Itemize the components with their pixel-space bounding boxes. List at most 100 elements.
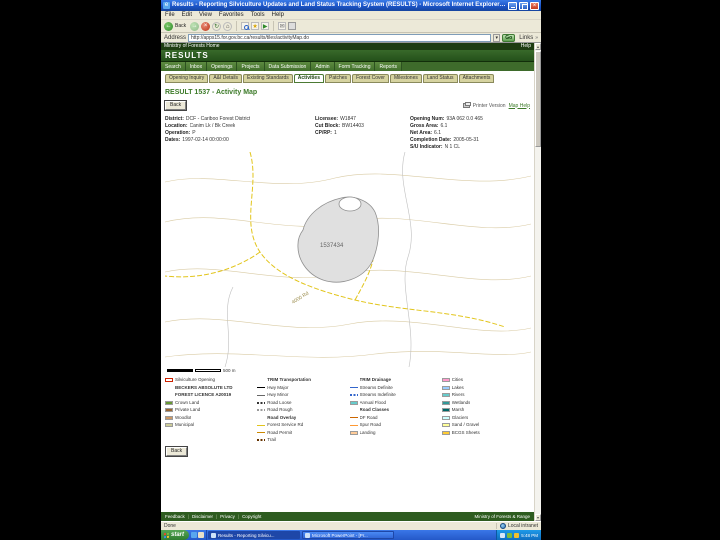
task-button[interactable]: Microsoft PowerPoint - [Pr... xyxy=(302,531,395,539)
nav-tab[interactable]: Search xyxy=(161,62,186,71)
legend-label: Hwy Major xyxy=(267,384,289,390)
menu-item[interactable]: Help xyxy=(272,11,284,20)
address-dropdown-icon[interactable] xyxy=(493,33,501,42)
map-help-link[interactable]: Map Help xyxy=(509,103,530,109)
globe-icon xyxy=(499,523,506,529)
footer-link[interactable]: Copyright xyxy=(235,512,261,521)
minimize-button[interactable] xyxy=(508,1,517,10)
detail-row: Completion Date: 2005-05-31 xyxy=(410,137,530,143)
footer-links: FeedbackDisclaimerPrivacyCopyright xyxy=(165,512,261,521)
menu-item[interactable]: View xyxy=(199,11,212,20)
detail-row: Cut Block: BW14403 xyxy=(315,123,400,129)
address-input[interactable]: http://apps15.for.gov.bc.ca/results/tile… xyxy=(188,33,492,42)
printer-version-link[interactable]: Printer Version xyxy=(473,103,506,109)
legend-label: Private Land xyxy=(175,407,201,412)
gov-home-link[interactable]: Ministry of Forests Home xyxy=(164,43,220,50)
print-icon[interactable] xyxy=(288,22,297,30)
nav-tab[interactable]: Admin xyxy=(311,62,335,71)
legend-label: Glaciers xyxy=(451,414,469,420)
maximize-button[interactable] xyxy=(519,1,528,10)
gov-help-link[interactable]: Help xyxy=(521,43,531,50)
menu-item[interactable]: Favorites xyxy=(219,11,244,20)
back-button-top[interactable]: Back xyxy=(163,100,188,111)
legend-label: Rivers xyxy=(451,392,465,397)
detail-value: 1 xyxy=(333,130,337,136)
nav-tab[interactable]: Projects xyxy=(237,62,265,71)
scrollbar-track[interactable] xyxy=(535,147,541,514)
home-icon[interactable] xyxy=(223,21,233,31)
task-button[interactable]: Results - Reporting Silvicu... xyxy=(208,531,301,539)
links-label[interactable]: Links xyxy=(519,35,533,41)
nav-tab[interactable]: Form Tracking xyxy=(334,62,376,71)
browser-toolbar: Back xyxy=(161,20,541,33)
detail-row: Dates: 1997-02-14 00:00:00 xyxy=(165,137,305,143)
nav-tab[interactable]: Data Submission xyxy=(264,62,312,71)
legend-swatch xyxy=(349,430,358,435)
scrollbar-thumb[interactable] xyxy=(535,51,541,147)
sub-tab[interactable]: Activities xyxy=(293,74,324,83)
forward-icon[interactable] xyxy=(190,21,200,31)
tray-icon-3[interactable] xyxy=(514,532,520,538)
links-chevron-icon[interactable] xyxy=(535,35,538,41)
back-icon[interactable] xyxy=(164,21,173,31)
detail-row: Operation: P xyxy=(165,130,305,136)
legend-item: Road Permit xyxy=(257,430,345,436)
stop-icon[interactable] xyxy=(201,21,211,31)
menu-item[interactable]: File xyxy=(165,11,175,20)
legend-item: Trail xyxy=(257,437,345,443)
go-button[interactable]: Go xyxy=(502,33,516,42)
back-label[interactable]: Back xyxy=(175,23,186,29)
page-title: RESULT 1537 - Activity Map xyxy=(165,89,258,96)
show-desktop-icon[interactable] xyxy=(198,532,205,538)
legend-item: Road Loose xyxy=(257,400,345,406)
nav-tab[interactable]: Inbox xyxy=(185,62,208,71)
sub-tab[interactable]: Patches xyxy=(324,74,352,83)
task-app-icon xyxy=(305,532,311,538)
legend-column-4: Cities Lakes Rivers Wetlands Marsh Glaciers Sa… xyxy=(441,377,530,443)
printer-icon[interactable] xyxy=(462,102,471,108)
legend-item: Crown Land xyxy=(165,400,253,406)
legend-swatch xyxy=(441,430,450,435)
mail-icon[interactable] xyxy=(278,22,287,30)
menu-item[interactable]: Edit xyxy=(182,11,192,20)
footer-link[interactable]: Privacy xyxy=(213,512,235,521)
menu-item[interactable]: Tools xyxy=(251,11,265,20)
footer-link[interactable]: Disclaimer xyxy=(185,512,213,521)
legend-item: Landing xyxy=(349,430,438,436)
scroll-up-icon[interactable] xyxy=(535,43,541,50)
legend-swatch xyxy=(257,409,266,411)
tray-icon-2[interactable] xyxy=(507,532,513,538)
sub-tab[interactable]: Land Status xyxy=(422,74,458,83)
favorites-icon[interactable] xyxy=(251,22,260,30)
sub-tab[interactable]: Forest Cover xyxy=(352,74,389,83)
scroll-down-icon[interactable] xyxy=(535,514,541,521)
start-button[interactable]: start xyxy=(161,530,190,540)
sub-tab[interactable]: A&I Details xyxy=(209,74,243,83)
nav-tab[interactable]: Openings xyxy=(207,62,238,71)
tray-icon-1[interactable] xyxy=(500,532,506,538)
legend-swatch xyxy=(165,423,173,427)
sub-tab[interactable]: Opening Inquiry xyxy=(165,74,209,83)
sub-tab[interactable]: Milestones xyxy=(389,74,422,83)
vertical-scrollbar[interactable] xyxy=(534,43,541,521)
detail-value: P xyxy=(192,130,196,136)
title-bar[interactable]: Results - Reporting Silviculture Updates… xyxy=(161,0,541,11)
detail-value: N 1 CL xyxy=(444,144,461,150)
legend-label: TRIM Transportation xyxy=(267,377,311,382)
refresh-icon[interactable] xyxy=(212,21,222,31)
legend-swatch xyxy=(349,400,358,405)
search-icon[interactable] xyxy=(241,22,250,30)
task-label: Microsoft PowerPoint - [Pr... xyxy=(312,532,368,538)
footer-link[interactable]: Feedback xyxy=(165,512,185,521)
legend-label: DF Road xyxy=(359,414,378,420)
quick-launch-ie-icon[interactable] xyxy=(191,532,198,538)
sub-tab[interactable]: Attachments xyxy=(458,74,495,83)
activity-map: 1537434 4000 Rd xyxy=(165,152,531,367)
back-button-bottom[interactable]: Back xyxy=(164,446,189,457)
legend-swatch xyxy=(257,424,266,426)
nav-tab[interactable]: Reports xyxy=(375,62,402,71)
detail-label: Cut Block: xyxy=(315,123,340,129)
media-icon[interactable] xyxy=(261,22,270,30)
close-button[interactable] xyxy=(530,1,539,10)
sub-tab[interactable]: Existing Standards xyxy=(243,74,293,83)
